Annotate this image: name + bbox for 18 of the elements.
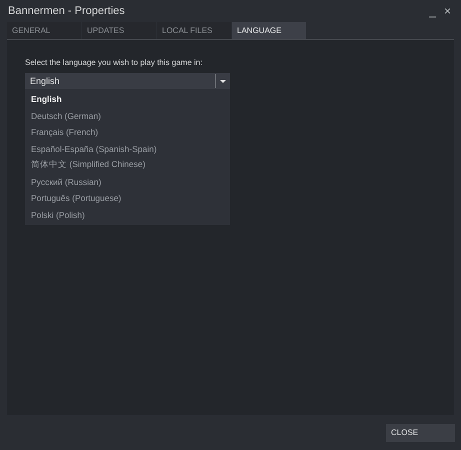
language-option[interactable]: Français (French): [25, 124, 230, 140]
tab[interactable]: LANGUAGE: [232, 22, 306, 39]
tab[interactable]: GENERAL: [7, 22, 81, 39]
close-button[interactable]: CLOSE: [386, 424, 455, 442]
language-option[interactable]: Русский (Russian): [25, 174, 230, 190]
language-option[interactable]: Polski (Polish): [25, 206, 230, 223]
tab[interactable]: LOCAL FILES: [157, 22, 231, 39]
language-option[interactable]: Português (Portuguese): [25, 190, 230, 206]
language-dropdown[interactable]: English: [25, 73, 230, 89]
language-option[interactable]: Español-España (Spanish-Spain): [25, 140, 230, 157]
language-prompt: Select the language you wish to play this game in:: [25, 58, 204, 67]
language-option[interactable]: Deutsch (German): [25, 108, 230, 124]
language-option[interactable]: 简体中文 (Simplified Chinese): [25, 157, 230, 174]
language-option[interactable]: English: [25, 91, 230, 108]
window-title: Bannermen - Properties: [8, 5, 125, 17]
minimize-button[interactable]: _: [427, 4, 438, 18]
close-button[interactable]: ×: [442, 4, 453, 18]
tab[interactable]: UPDATES: [82, 22, 156, 39]
